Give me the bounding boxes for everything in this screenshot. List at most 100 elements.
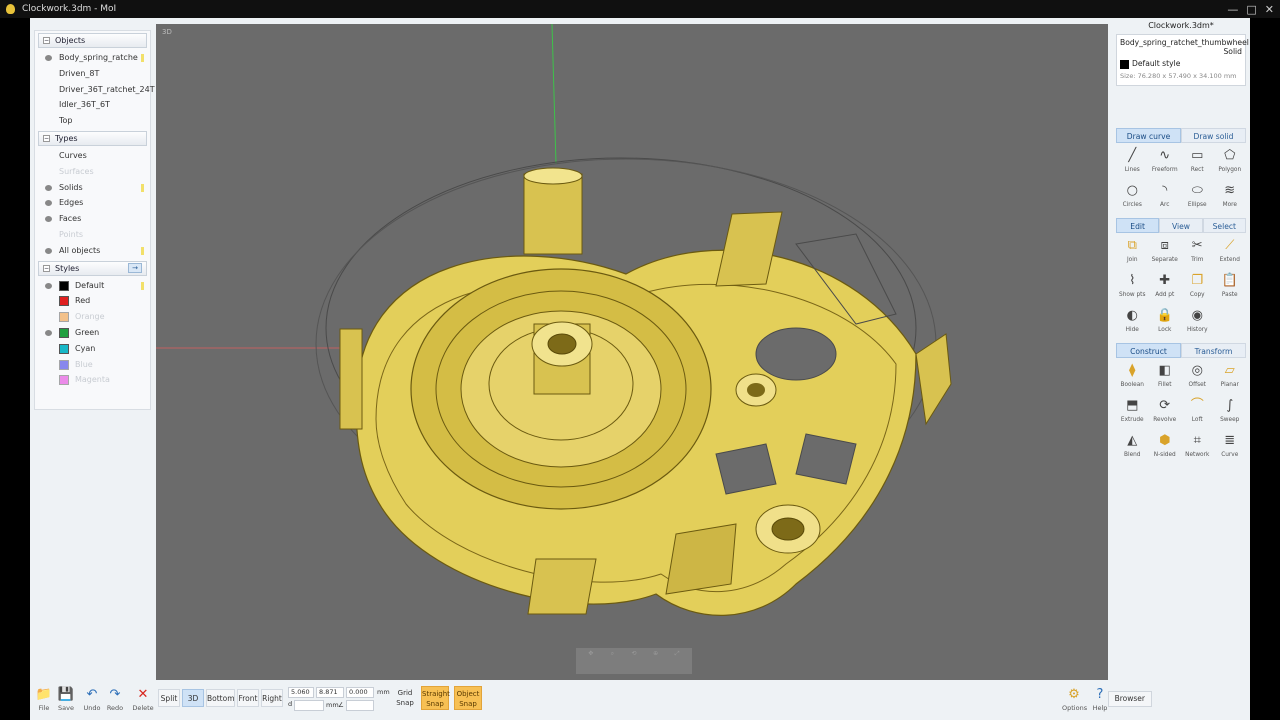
file-button[interactable]: 📁 File: [32, 686, 56, 716]
draw-arc-button[interactable]: ◝ Arc: [1149, 182, 1182, 214]
zoom-icon[interactable]: ⌕: [604, 650, 622, 672]
color-swatch[interactable]: [59, 280, 69, 291]
coord-x-field[interactable]: 5.060: [288, 687, 314, 698]
construct-boolean-button[interactable]: ⧫ Boolean: [1116, 362, 1149, 394]
draw-polygon-button[interactable]: ⬠ Polygon: [1214, 147, 1247, 179]
edit-copy-button[interactable]: ❐ Copy: [1181, 272, 1214, 304]
minimize-button[interactable]: —: [1227, 1, 1238, 19]
tab-draw-solid[interactable]: Draw solid: [1181, 128, 1246, 143]
color-swatch[interactable]: [59, 327, 69, 338]
object-style[interactable]: Default style: [1120, 59, 1180, 69]
options-button[interactable]: ⚙ Options: [1062, 686, 1087, 716]
object-row[interactable]: Driven_8T: [35, 66, 150, 82]
style-row[interactable]: Orange: [35, 309, 150, 325]
construct-offset-button[interactable]: ◎ Offset: [1181, 362, 1214, 394]
tab-edit[interactable]: Edit: [1116, 218, 1160, 233]
object-snap-button[interactable]: Object Snap: [454, 686, 482, 710]
edit-history-button[interactable]: ◉ History: [1181, 307, 1214, 339]
reset-icon[interactable]: ⤢: [668, 650, 686, 672]
construct-blend-button[interactable]: ◭ Blend: [1116, 432, 1149, 464]
edit-extend-button[interactable]: ⟋ Extend: [1214, 237, 1247, 269]
construct-revolve-button[interactable]: ⟳ Revolve: [1149, 397, 1182, 429]
tab-view[interactable]: View: [1159, 218, 1203, 233]
3d-viewport[interactable]: 3D ✥ ⌕ ⟲ ⊕ ⤢: [156, 24, 1108, 680]
type-row[interactable]: All objects: [35, 243, 150, 259]
objects-header[interactable]: − Objects: [38, 33, 147, 48]
construct-sweep-button[interactable]: ∫ Sweep: [1214, 397, 1247, 429]
color-swatch[interactable]: [59, 375, 69, 386]
object-name[interactable]: Body_spring_ratchet_thumbwheel: [1120, 38, 1249, 47]
eye-icon[interactable]: [45, 247, 52, 254]
eye-icon[interactable]: [45, 55, 52, 61]
tab-construct[interactable]: Construct: [1116, 343, 1181, 358]
construct-fillet-button[interactable]: ◧ Fillet: [1149, 362, 1182, 394]
construct-curve-button[interactable]: ≣ Curve: [1214, 432, 1247, 464]
style-row[interactable]: Default: [35, 278, 150, 294]
tab-select[interactable]: Select: [1202, 218, 1246, 233]
collapse-icon[interactable]: −: [43, 264, 50, 272]
object-row[interactable]: Driver_36T_ratchet_24T: [35, 82, 155, 98]
construct-planar-button[interactable]: ▱ Planar: [1214, 362, 1247, 394]
type-row[interactable]: Edges: [35, 195, 150, 211]
browser-button[interactable]: Browser: [1107, 691, 1152, 707]
color-swatch[interactable]: [59, 312, 69, 323]
object-row[interactable]: Top: [35, 113, 150, 129]
type-row[interactable]: Surfaces: [35, 164, 150, 180]
view-bottom-button[interactable]: Bottom: [206, 689, 235, 707]
eye-icon[interactable]: [45, 200, 52, 207]
view-right-button[interactable]: Right: [261, 689, 283, 707]
save-button[interactable]: 💾 Save: [54, 686, 78, 716]
construct-loft-button[interactable]: ⌒ Loft: [1181, 397, 1214, 429]
draw-more-button[interactable]: ≋ More: [1214, 182, 1247, 214]
draw-circles-button[interactable]: ○ Circles: [1116, 182, 1149, 214]
edit-add-pt-button[interactable]: ✚ Add pt: [1149, 272, 1182, 304]
draw-rect-button[interactable]: ▭ Rect: [1181, 147, 1214, 179]
style-row[interactable]: Cyan: [35, 341, 150, 357]
view-3d-button[interactable]: 3D: [182, 689, 204, 707]
style-row[interactable]: Magenta: [35, 372, 150, 388]
pan-icon[interactable]: ✥: [582, 650, 600, 672]
draw-ellipse-button[interactable]: ⬭ Ellipse: [1181, 182, 1214, 214]
maximize-button[interactable]: □: [1246, 1, 1256, 19]
straight-snap-button[interactable]: Straight Snap: [421, 686, 450, 710]
view-split-button[interactable]: Split: [158, 689, 180, 707]
construct-n-sided-button[interactable]: ⬢ N-sided: [1149, 432, 1182, 464]
grid-snap-button[interactable]: Grid Snap: [394, 686, 416, 710]
close-window-button[interactable]: ✕: [1265, 1, 1274, 19]
style-row[interactable]: Blue: [35, 357, 150, 373]
draw-lines-button[interactable]: ╱ Lines: [1116, 147, 1149, 179]
edit-show-pts-button[interactable]: ⌇ Show pts: [1116, 272, 1149, 304]
distance-field[interactable]: [294, 700, 324, 711]
help-button[interactable]: ? Help: [1088, 686, 1112, 716]
rotate-icon[interactable]: ⟲: [625, 650, 643, 672]
view-front-button[interactable]: Front: [237, 689, 259, 707]
construct-network-button[interactable]: ⌗ Network: [1181, 432, 1214, 464]
coord-z-field[interactable]: 0.000: [346, 687, 374, 698]
eye-icon[interactable]: [45, 216, 52, 223]
tab-transform[interactable]: Transform: [1181, 343, 1246, 358]
color-swatch[interactable]: [59, 343, 69, 354]
style-row[interactable]: Green: [35, 325, 150, 341]
collapse-icon[interactable]: −: [43, 37, 50, 44]
coord-y-field[interactable]: 8.871: [316, 687, 344, 698]
type-row[interactable]: Curves: [35, 148, 150, 164]
styles-header[interactable]: − Styles →: [38, 260, 147, 276]
color-swatch[interactable]: [59, 296, 69, 307]
edit-separate-button[interactable]: ⧈ Separate: [1149, 237, 1182, 269]
viewport-label[interactable]: 3D: [162, 28, 172, 36]
object-row[interactable]: Idler_36T_6T: [35, 97, 150, 113]
edit-hide-button[interactable]: ◐ Hide: [1116, 307, 1149, 339]
collapse-icon[interactable]: −: [43, 134, 50, 142]
delete-button[interactable]: ✕ Delete: [131, 686, 155, 716]
tab-draw-curve[interactable]: Draw curve: [1116, 128, 1181, 143]
object-row[interactable]: Body_spring_ratche: [35, 50, 150, 66]
eye-icon[interactable]: [45, 329, 52, 336]
eye-icon[interactable]: [45, 184, 52, 191]
type-row[interactable]: Points: [35, 227, 150, 243]
types-header[interactable]: − Types: [38, 130, 147, 146]
edit-lock-button[interactable]: 🔒 Lock: [1149, 307, 1182, 339]
undo-button[interactable]: ↶ Undo: [80, 686, 104, 716]
type-row[interactable]: Faces: [35, 211, 150, 227]
style-row[interactable]: Red: [35, 293, 150, 309]
construct-extrude-button[interactable]: ⬒ Extrude: [1116, 397, 1149, 429]
